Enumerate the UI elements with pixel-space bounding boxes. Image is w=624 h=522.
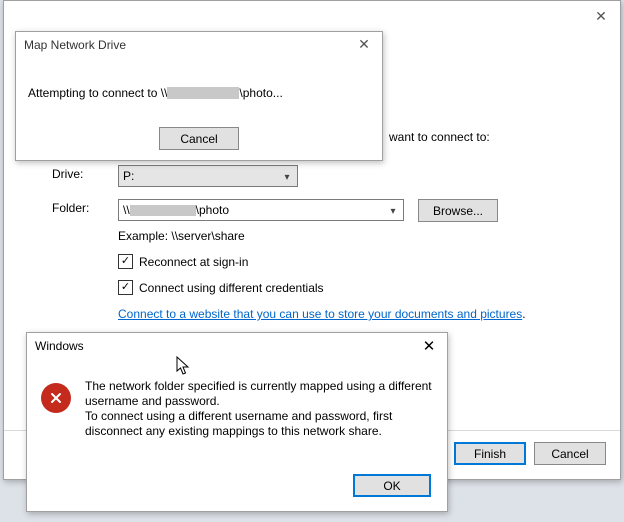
different-credentials-label: Connect using different credentials <box>139 281 324 295</box>
reconnect-label: Reconnect at sign-in <box>139 255 248 269</box>
checkmark-icon: ✓ <box>118 254 133 269</box>
connecting-title: Map Network Drive <box>24 38 126 52</box>
folder-value-suffix: \photo <box>196 203 229 217</box>
drive-label: Drive: <box>52 167 112 181</box>
close-icon[interactable]: ✕ <box>588 7 614 27</box>
error-dialog: Windows ✕ The network folder specified i… <box>26 332 448 512</box>
folder-label: Folder: <box>52 201 112 215</box>
reconnect-checkbox[interactable]: ✓ Reconnect at sign-in <box>118 254 248 269</box>
connecting-cancel-button[interactable]: Cancel <box>159 127 239 150</box>
error-title: Windows <box>35 339 84 353</box>
connect-website-link[interactable]: Connect to a website that you can use to… <box>118 307 522 321</box>
ok-button[interactable]: OK <box>353 474 431 497</box>
browse-button[interactable]: Browse... <box>418 199 498 222</box>
connecting-dialog: Map Network Drive ✕ Attempting to connec… <box>15 31 383 161</box>
prompt-text-fragment: want to connect to: <box>389 130 490 144</box>
folder-input[interactable]: \\ \photo ▾ <box>118 199 404 221</box>
error-icon <box>41 383 71 413</box>
chevron-down-icon: ▾ <box>385 202 401 220</box>
redacted-hostname <box>130 205 196 216</box>
chevron-down-icon: ▾ <box>279 168 295 186</box>
error-message: The network folder specified is currentl… <box>85 379 433 439</box>
close-icon[interactable]: ✕ <box>417 337 441 355</box>
folder-value-prefix: \\ <box>123 203 130 217</box>
cancel-button[interactable]: Cancel <box>534 442 606 465</box>
checkmark-icon: ✓ <box>118 280 133 295</box>
drive-select[interactable]: P: ▾ <box>118 165 298 187</box>
finish-button[interactable]: Finish <box>454 442 526 465</box>
close-icon[interactable]: ✕ <box>352 36 376 54</box>
different-credentials-checkbox[interactable]: ✓ Connect using different credentials <box>118 280 324 295</box>
redacted-hostname <box>167 87 239 99</box>
drive-value: P: <box>123 169 134 183</box>
folder-example-text: Example: \\server\share <box>118 229 245 243</box>
connecting-message: Attempting to connect to \\\photo... <box>28 86 283 100</box>
